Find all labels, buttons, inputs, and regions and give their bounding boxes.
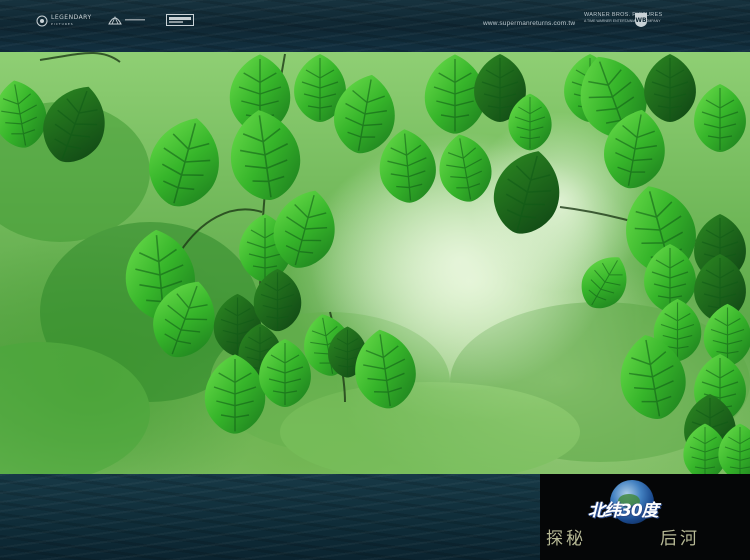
legendary-emblem-icon — [36, 15, 48, 27]
svg-text:WB: WB — [635, 17, 647, 24]
forest-leaves-photo — [0, 52, 750, 474]
studio-subtitle: A TIME WARNER ENTERTAINMENT COMPANY — [584, 19, 661, 23]
badge-title: 北纬30度 — [588, 501, 659, 521]
legendary-logo-text: LEGENDARY PICTURES — [51, 14, 92, 26]
bad-hat-harry-logo — [108, 14, 145, 26]
shell-emblem-icon — [108, 15, 122, 25]
top-banner: LEGENDARY PICTURES www.supermanreturns.c… — [0, 0, 750, 52]
legendary-logo: LEGENDARY PICTURES — [36, 14, 92, 28]
small-logo-text-icon — [125, 19, 145, 21]
badge-left-text: 探秘 — [546, 529, 586, 549]
program-badge: 北纬30度 探秘 后河 — [540, 474, 750, 560]
film-company-emblem-icon — [166, 14, 194, 26]
badge-right-text: 后河 — [660, 529, 700, 549]
leaf-canopy-illustration — [0, 52, 750, 474]
studio-credit: WARNER BROS. PICTURES A TIME WARNER ENTE… — [584, 12, 663, 24]
peters-logo — [166, 14, 194, 26]
wb-shield-icon: WB — [635, 13, 647, 27]
website-url: www.supermanreturns.com.tw — [483, 20, 576, 27]
